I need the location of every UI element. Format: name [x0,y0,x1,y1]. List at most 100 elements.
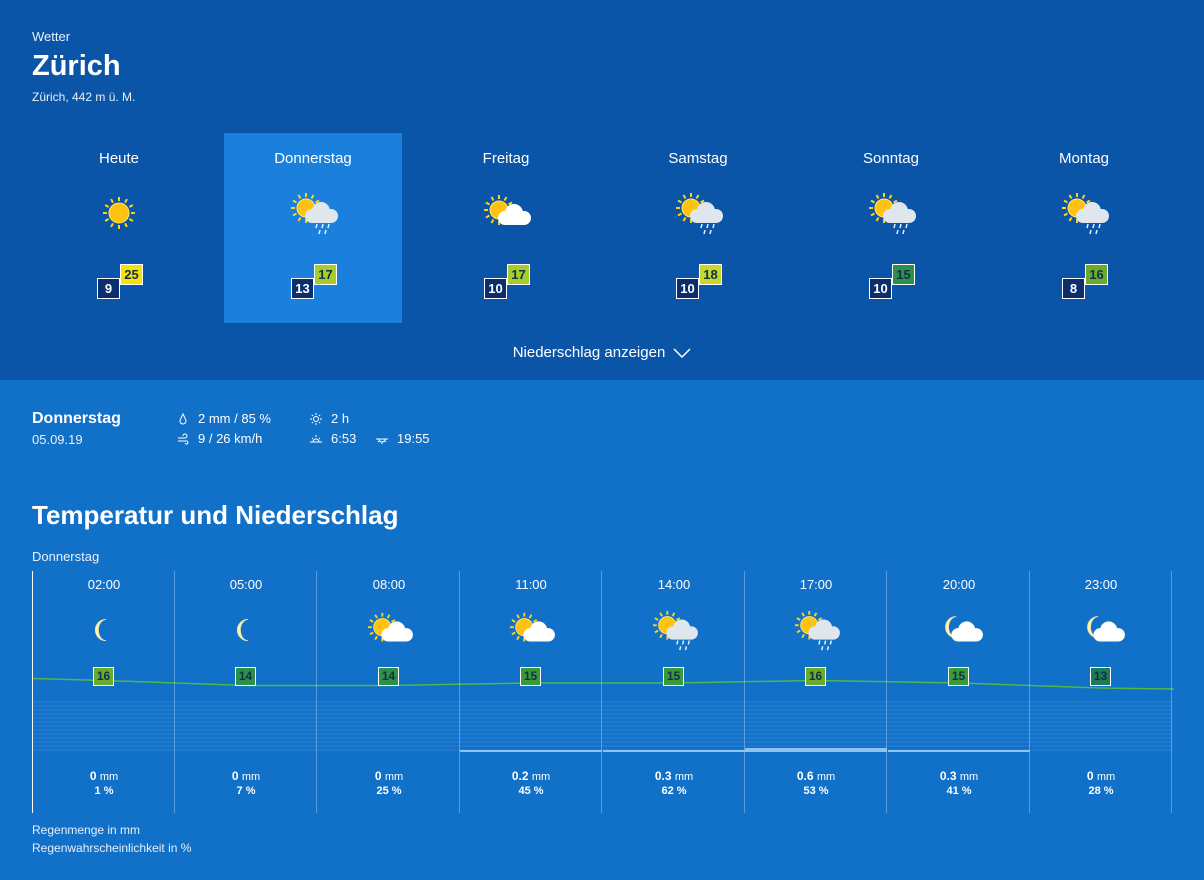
precipitation-toggle[interactable]: Niederschlag anzeigen [0,344,1204,361]
hour-rain: 0 mm [175,769,317,783]
sunrise-icon [310,434,322,442]
hour-label: 23:00 [1084,577,1118,592]
day-tile-samstag[interactable]: Samstag 10 18 [609,133,787,323]
sun-cloud-icon [503,609,559,653]
hour-label: 11:00 [515,577,547,592]
moon-cloud-icon [931,609,987,653]
hour-rain: 0 mm [33,769,175,783]
hour-label: 08:00 [372,577,406,592]
day-tile-heute[interactable]: Heute 9 25 [30,133,208,323]
detail-day: Donnerstag [32,410,121,427]
hourly-day-label: Donnerstag [32,549,100,564]
temp-min: 10 [676,278,699,299]
hour-temp: 15 [520,667,541,686]
rain-bar [888,750,1030,752]
hour-rain: 0 mm [1030,769,1172,783]
rain-unit: mm [674,771,694,783]
day-tile-freitag[interactable]: Freitag 10 17 [417,133,595,323]
hour-label: 17:00 [799,577,833,592]
hour-label: 02:00 [87,577,121,592]
hour-temp: 16 [93,667,114,686]
hour-rain-prob: 41 % [946,785,972,797]
sun-small-icon [310,412,322,425]
rain-amount: 0.3 [654,769,672,783]
hour-column: 23:00 13 0 mm 28 % [1030,571,1172,813]
hour-column: 08:00 14 0 mm 25 % [318,571,460,813]
temp-min: 10 [869,278,892,299]
wind-value: 9 / 26 km/h [198,431,263,446]
hour-rain-prob: 7 % [236,785,256,797]
temp-max: 17 [507,264,530,285]
sunset-stat: 19:55 [376,431,430,446]
hour-rain: 0.3 mm [603,769,745,783]
sunset-value: 19:55 [397,431,430,446]
day-name: Donnerstag [274,150,352,167]
hour-column: 02:00 16 0 mm 1 % [33,571,175,813]
day-name: Montag [1058,150,1110,167]
city-title: Zürich [32,50,121,82]
moon-icon [76,609,132,653]
hour-temp: 14 [378,667,399,686]
hour-temp: 13 [1090,667,1111,686]
hour-temp: 15 [948,667,969,686]
hour-rain: 0 mm [318,769,460,783]
sun-cloud-icon [477,191,535,237]
hour-label: 14:00 [657,577,691,592]
moon-cloud-icon [1073,609,1129,653]
rain-unit: mm [816,771,836,783]
hour-temp: 14 [235,667,256,686]
temp-max: 17 [314,264,337,285]
sun-cloud-rain-icon [862,191,920,237]
rain-unit: mm [531,771,551,783]
altitude-text: Zürich, 442 m ü. M. [32,90,136,104]
hour-column: 05:00 14 0 mm 7 % [175,571,317,813]
rain-unit: mm [959,771,979,783]
hour-column: 20:00 15 0.3 mm 41 % [888,571,1030,813]
hour-rain-prob: 45 % [518,785,544,797]
section-title: Temperatur und Niederschlag [32,500,399,530]
hour-rain: 0.6 mm [745,769,887,783]
legend-rain-prob: Regenwahrscheinlichkeit in % [32,841,192,855]
hour-rain-prob: 53 % [803,785,829,797]
rain-unit: mm [241,771,261,783]
rain-bar [460,750,602,752]
rain-stat: 2 mm / 85 % [177,411,271,426]
sun-cloud-rain-icon [284,191,342,237]
legend-rain-amount: Regenmenge in mm [32,823,141,837]
day-name: Sonntag [863,150,919,167]
rain-amount: 0 [89,769,97,783]
temp-max: 15 [892,264,915,285]
sunrise-stat: 6:53 [310,431,356,446]
detail-date: 05.09.19 [32,432,83,447]
day-name: Freitag [482,150,530,167]
temp-min: 10 [484,278,507,299]
hour-rain-prob: 1 % [94,785,114,797]
rain-amount: 0 [231,769,239,783]
sun-cloud-icon [361,609,417,653]
hour-rain: 0.2 mm [460,769,602,783]
day-tile-montag[interactable]: Montag 8 16 [995,133,1173,323]
sun-icon [90,191,148,237]
rain-amount: 0.6 [796,769,814,783]
day-tile-sonntag[interactable]: Sonntag 10 15 [802,133,980,323]
rain-amount: 0 [374,769,382,783]
wind-icon [178,433,189,444]
hour-rain: 0.3 mm [888,769,1030,783]
rain-amount: 0.3 [939,769,957,783]
hour-rain-prob: 62 % [661,785,687,797]
sun-cloud-rain-icon [788,609,844,653]
hour-label: 05:00 [229,577,263,592]
sunshine-stat: 2 h [310,411,349,426]
hour-column: 14:00 15 0.3 mm 62 % [603,571,745,813]
rain-amount: 0 [1086,769,1094,783]
sunset-icon [376,438,388,444]
drop-icon [179,412,187,424]
rain-bar [603,750,745,752]
temp-max: 16 [1085,264,1108,285]
day-tile-donnerstag[interactable]: Donnerstag 13 17 [224,133,402,323]
rain-amount: 0.2 [511,769,529,783]
hour-temp: 16 [805,667,826,686]
sunrise-value: 6:53 [331,431,357,446]
hour-rain-prob: 28 % [1088,785,1114,797]
temp-min: 8 [1062,278,1085,299]
